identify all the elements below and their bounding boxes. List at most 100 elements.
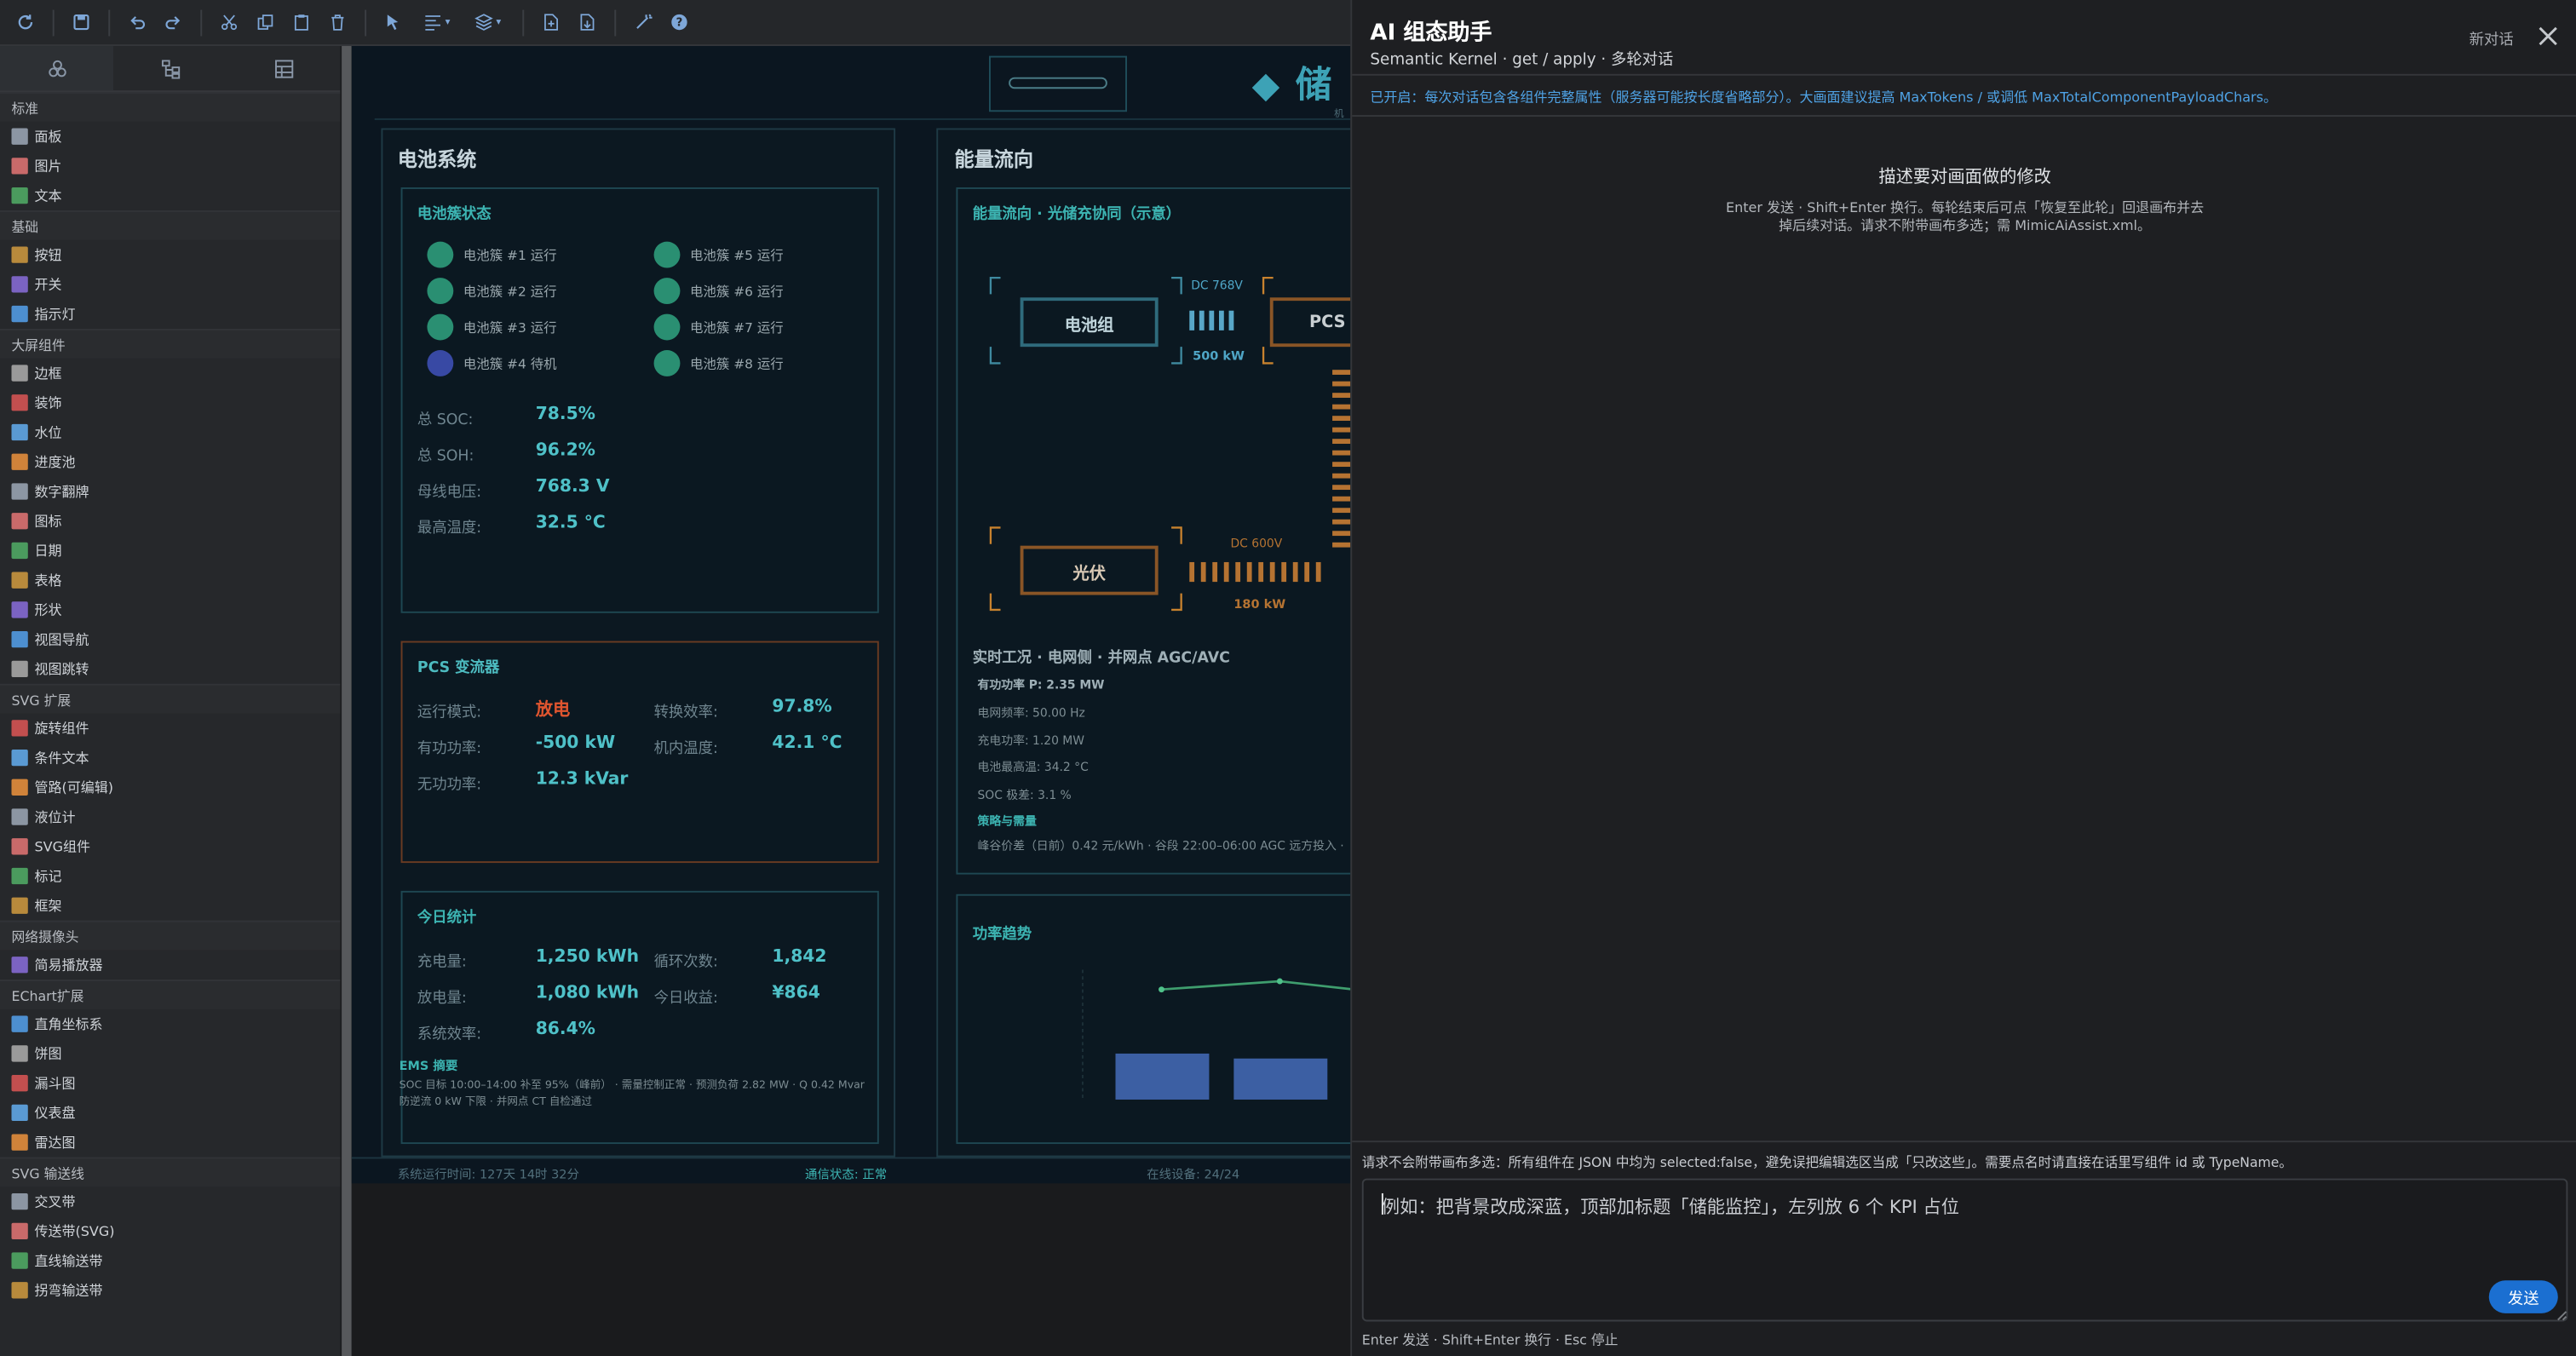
pcs-flow-stripe [1332,542,1351,548]
delete-icon[interactable] [322,7,354,38]
component-icon [11,276,28,293]
ems-line-2: 防逆流 0 kW 下限 · 并网点 CT 自检通过 [399,1095,593,1108]
component-item[interactable]: 旋转组件 [0,713,340,743]
panel-splitter[interactable] [342,46,352,1356]
component-icon [11,1192,28,1210]
redo-icon[interactable] [158,7,189,38]
max-temp-value: 32.5 °C [535,513,606,533]
component-item[interactable]: 面板 [0,122,340,152]
components-tab-icon[interactable] [0,46,114,91]
component-item[interactable]: 进度池 [0,447,340,477]
align-icon[interactable]: ▾ [414,7,460,38]
component-item[interactable]: 水位 [0,417,340,447]
component-label: 图片 [34,158,62,175]
component-item[interactable]: 传送带(SVG) [0,1216,340,1246]
select-icon[interactable] [378,7,410,38]
component-item[interactable]: 雷达图 [0,1128,340,1158]
category-header[interactable]: SVG 扩展 [0,683,341,714]
component-item[interactable]: 简易播放器 [0,950,340,980]
component-label: 数字翻牌 [34,483,89,500]
component-item[interactable]: 边框 [0,359,340,388]
component-icon [11,808,28,825]
component-item[interactable]: 数字翻牌 [0,477,340,507]
component-item[interactable]: 图标 [0,506,340,536]
component-label: 漏斗图 [34,1075,76,1092]
undo-icon[interactable] [122,7,153,38]
toolbar-divider [614,9,617,36]
component-label: 直线输送带 [34,1252,103,1269]
ai-footer: 请求不会附带画布多选：所有组件在 JSON 中均为 selected:false… [1352,1141,2576,1356]
pv-flow-stripe [1269,561,1275,583]
component-item[interactable]: 框架 [0,891,340,921]
component-item[interactable]: 形状 [0,595,340,625]
category-header[interactable]: 网络摄像头 [0,920,341,951]
new-chat-button[interactable]: 新对话 [2470,28,2514,49]
category-header[interactable]: 标准 [0,92,341,122]
component-label: 装饰 [34,394,62,411]
info-banner: 已开启：每次对话包含各组件完整属性（服务器可能按长度省略部分）。大画面建议提高 … [1352,73,2576,118]
component-item[interactable]: SVG组件 [0,831,340,861]
prompt-input[interactable]: 例如：把背景改成深蓝，顶部加标题「储能监控」，左列放 6 个 KPI 占位 [1361,1178,2568,1322]
toolbar-divider [52,9,55,36]
component-item[interactable]: 开关 [0,269,340,299]
component-item[interactable]: 文本 [0,181,340,210]
save-icon[interactable] [66,7,97,38]
pcs-flow-stripe [1332,416,1351,422]
pv-flow-stripe [1304,561,1310,583]
today-card-title: 今日统计 [417,911,477,928]
grid-charge-power: 充电功率: 1.20 MW [977,733,1084,749]
cluster-status-label: 电池簇 #4 待机 [463,356,557,372]
layer-icon[interactable]: ▾ [465,7,511,38]
kw180-label: 180 kW [1233,596,1286,612]
component-item[interactable]: 日期 [0,536,340,566]
revenue-label: 今日收益: [653,991,718,1008]
close-icon[interactable] [2535,23,2562,49]
component-item[interactable]: 指示灯 [0,299,340,329]
tree-tab-icon[interactable] [113,46,227,90]
component-item[interactable]: 视图跳转 [0,654,340,684]
component-label: 拐弯输送带 [34,1282,103,1299]
component-item[interactable]: 仪表盘 [0,1098,340,1128]
grid-tab-icon[interactable] [227,46,340,90]
category-header[interactable]: EChart扩展 [0,980,341,1009]
component-icon [11,1222,28,1239]
paste-icon[interactable] [286,7,318,38]
component-item[interactable]: 按钮 [0,240,340,270]
discharge-value: 1,080 kWh [535,982,640,1003]
component-item[interactable]: 图片 [0,152,340,181]
send-button[interactable]: 发送 [2488,1280,2558,1313]
component-item[interactable]: 饼图 [0,1039,340,1069]
design-canvas[interactable]: ◆ 储 机 电池系统 电池簇状态 电池簇 #1 运行 电池簇 #2 运行 电池簇 #… [351,46,1351,1356]
component-item[interactable]: 交叉带 [0,1186,340,1216]
cycles-label: 循环次数: [653,955,718,972]
category-header[interactable]: 基础 [0,210,341,240]
component-item[interactable]: 条件文本 [0,743,340,773]
pcs-flow-stripe [1332,370,1351,375]
component-item[interactable]: 管路(可编辑) [0,773,340,802]
component-icon [11,483,28,500]
magic-icon[interactable] [628,7,659,38]
copy-icon[interactable] [250,7,281,38]
discharge-label: 放电量: [417,991,467,1008]
component-item[interactable]: 标记 [0,861,340,891]
component-item[interactable]: 视图导航 [0,624,340,654]
component-label: 视图跳转 [34,660,89,678]
component-item[interactable]: 拐弯输送带 [0,1275,340,1305]
cut-icon[interactable] [214,7,245,38]
resize-handle-icon[interactable] [2555,1308,2567,1321]
component-item[interactable]: 液位计 [0,802,340,832]
category-header[interactable]: SVG 输送线 [0,1157,341,1187]
export-icon[interactable] [536,7,567,38]
import-icon[interactable] [572,7,603,38]
component-item[interactable]: 漏斗图 [0,1068,340,1098]
help-icon[interactable]: ? [664,7,695,38]
pcs-flow-stripe [1332,462,1351,468]
component-item[interactable]: 直线输送带 [0,1246,340,1276]
cluster-status-dot [427,241,454,268]
category-header[interactable]: 大屏组件 [0,328,341,359]
component-item[interactable]: 直角坐标系 [0,1009,340,1039]
component-item[interactable]: 表格 [0,566,340,595]
refresh-icon[interactable] [10,7,42,38]
cluster-status-dot [427,350,454,376]
component-item[interactable]: 装饰 [0,388,340,417]
